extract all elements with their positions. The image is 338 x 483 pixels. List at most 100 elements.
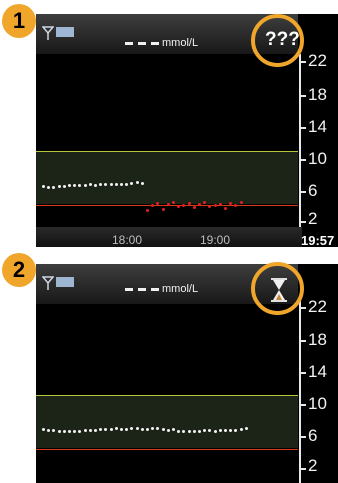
tick-14 — [299, 372, 306, 374]
reading-dot — [198, 429, 201, 433]
flagged-reading-dot — [151, 204, 155, 208]
tick-2 — [299, 221, 306, 223]
tick-2 — [299, 468, 306, 470]
y-label-10: 10 — [308, 394, 327, 413]
reading-dot — [120, 182, 123, 186]
antenna-icon — [41, 276, 55, 290]
reading-dot — [83, 428, 87, 432]
battery-icon — [56, 27, 74, 37]
reading-dot — [42, 427, 45, 431]
reading-dot — [140, 182, 144, 185]
reading-dot — [161, 427, 165, 431]
flagged-reading-dot — [166, 202, 170, 206]
tick-18 — [299, 340, 306, 342]
reading-dot — [47, 428, 51, 432]
reading-dot — [125, 182, 129, 186]
reading-dot — [88, 428, 92, 432]
tick-18 — [299, 95, 306, 97]
reading-dot — [187, 429, 191, 433]
time-label-1800: 18:00 — [112, 233, 143, 247]
reading-dot — [244, 427, 248, 431]
flagged-reading-dot — [213, 203, 217, 207]
flagged-reading-dot — [224, 206, 227, 210]
y-label-14: 14 — [308, 362, 327, 381]
y-label-22: 22 — [308, 51, 327, 70]
tick-10 — [299, 404, 306, 406]
y-label-18: 18 — [308, 330, 327, 349]
reading-dot — [109, 427, 113, 431]
flagged-reading-dot — [198, 202, 201, 206]
y-label-10: 10 — [308, 149, 327, 168]
units-label: mmol/L — [162, 283, 199, 295]
current-time: 19:57 — [301, 233, 335, 248]
units-label: mmol/L — [162, 37, 199, 49]
reading-dot — [109, 182, 113, 186]
status-highlight-ring-1 — [251, 14, 304, 67]
y-label-2: 2 — [308, 209, 318, 228]
legend-dash — [138, 288, 146, 291]
reading-dot — [177, 429, 181, 433]
battery-icon — [56, 277, 74, 287]
status-highlight-ring-2 — [251, 262, 304, 315]
flagged-reading-dot — [239, 201, 243, 205]
reading-dot — [172, 427, 175, 431]
reading-dot — [146, 427, 149, 431]
reading-dot — [94, 183, 97, 187]
y-label-2: 2 — [308, 456, 318, 475]
legend-dash — [151, 288, 159, 291]
reading-dot — [57, 185, 61, 189]
flagged-reading-dot — [161, 207, 165, 211]
legend-dash — [125, 42, 133, 45]
reading-dot — [135, 181, 139, 185]
time-label-1900: 19:00 — [200, 233, 231, 247]
tick-14 — [299, 127, 306, 129]
flagged-reading-dot — [218, 202, 222, 206]
y-label-22: 22 — [308, 297, 327, 316]
flagged-reading-dot — [208, 205, 212, 209]
reading-dot — [192, 429, 196, 433]
flagged-reading-dot — [192, 206, 196, 209]
reading-dot — [88, 182, 92, 186]
callout-badge-1: 1 — [2, 4, 36, 38]
reading-dot — [83, 183, 87, 187]
tick-6 — [299, 436, 306, 438]
target-range-band — [36, 152, 298, 204]
y-label-14: 14 — [308, 117, 327, 136]
target-range-band — [36, 396, 298, 448]
reading-dot — [99, 182, 103, 186]
reading-dot — [114, 182, 118, 186]
reading-dot — [135, 427, 139, 431]
y-axis-line — [299, 54, 301, 229]
reading-dot — [62, 185, 66, 189]
reading-dot — [224, 428, 227, 432]
time-axis — [36, 227, 302, 247]
y-label-6: 6 — [308, 181, 318, 200]
reading-dot — [114, 427, 118, 431]
flagged-reading-dot — [177, 205, 181, 209]
reading-dot — [203, 428, 207, 432]
legend-dash — [138, 42, 146, 45]
legend-dash — [151, 42, 159, 45]
reading-dot — [73, 429, 77, 433]
reading-dot — [213, 429, 217, 433]
reading-dot — [239, 427, 243, 431]
reading-dot — [62, 429, 66, 433]
high-limit-line — [36, 395, 298, 396]
tick-22 — [299, 307, 306, 309]
y-label-6: 6 — [308, 426, 318, 445]
reading-dot — [94, 428, 97, 432]
low-limit-line — [36, 449, 298, 450]
tick-10 — [299, 159, 306, 161]
y-axis-line — [299, 300, 301, 483]
reading-dot — [229, 428, 233, 432]
tick-6 — [299, 191, 306, 193]
reading-dot — [68, 429, 71, 433]
high-limit-line — [36, 151, 298, 152]
flagged-reading-dot — [187, 202, 191, 205]
legend-dash — [125, 288, 133, 291]
y-label-18: 18 — [308, 85, 327, 104]
tick-22 — [299, 61, 306, 63]
flagged-reading-dot — [146, 209, 149, 213]
reading-dot — [166, 428, 170, 432]
reading-dot — [140, 427, 144, 431]
